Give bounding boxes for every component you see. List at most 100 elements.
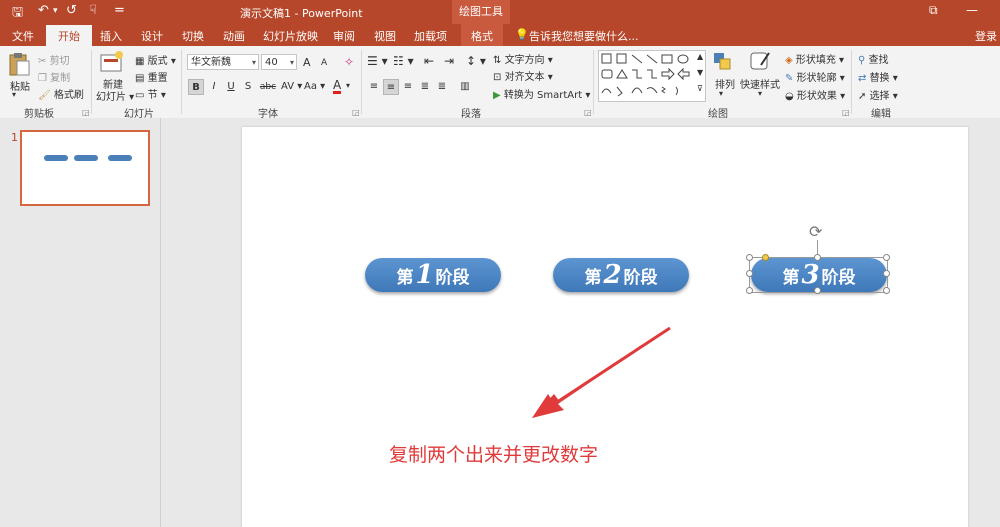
new-slide-icon[interactable]: [100, 51, 124, 73]
touch-mode-icon[interactable]: ☟: [89, 3, 97, 18]
section-button[interactable]: ▭ 节 ▾: [135, 86, 166, 101]
resize-handle-ne[interactable]: [883, 254, 890, 261]
slide-thumbnail[interactable]: [20, 130, 150, 206]
bullets-icon[interactable]: ☰ ▾: [367, 54, 388, 68]
quick-styles-dropdown-icon[interactable]: ▾: [758, 89, 762, 98]
tab-file[interactable]: 文件: [12, 28, 34, 44]
redo-icon[interactable]: ↺: [66, 3, 77, 18]
replace-button[interactable]: ⇄ 替换 ▾: [858, 69, 898, 84]
clear-formatting-icon[interactable]: ✧: [344, 55, 354, 69]
increase-indent-icon[interactable]: ⇥: [444, 54, 454, 68]
tab-format[interactable]: 格式: [461, 24, 503, 46]
gallery-more-icon[interactable]: ⊽: [697, 84, 703, 93]
gallery-scroll-up-icon[interactable]: ▲: [697, 52, 703, 61]
decrease-indent-icon[interactable]: ⇤: [424, 54, 434, 68]
ribbon-display-options-icon[interactable]: ⧉: [929, 3, 938, 18]
select-button[interactable]: ➚ 选择 ▾: [858, 87, 898, 102]
shadow-button[interactable]: S: [240, 79, 256, 95]
tab-design[interactable]: 设计: [141, 28, 163, 44]
section-icon: ▭: [135, 90, 148, 101]
font-color-dropdown-icon[interactable]: ▾: [346, 81, 350, 90]
arrange-button[interactable]: 排列: [715, 76, 735, 91]
paste-dropdown-icon[interactable]: ▾: [12, 90, 16, 99]
tab-addins[interactable]: 加载项: [414, 28, 447, 44]
resize-handle-s[interactable]: [814, 287, 821, 294]
resize-handle-sw[interactable]: [746, 287, 753, 294]
arrange-icon[interactable]: [712, 51, 732, 74]
paint-bucket-icon: ◈: [785, 55, 796, 66]
resize-handle-w[interactable]: [746, 270, 753, 277]
text-direction-button[interactable]: ⇅ 文字方向 ▾: [493, 51, 553, 66]
format-painter-button[interactable]: 🖌 格式刷: [38, 86, 84, 101]
tab-animations[interactable]: 动画: [223, 28, 245, 44]
customize-toolbar-icon[interactable]: =: [114, 3, 125, 18]
italic-button[interactable]: I: [206, 79, 222, 95]
tab-view[interactable]: 视图: [374, 28, 396, 44]
gallery-scroll-down-icon[interactable]: ▼: [697, 68, 703, 77]
undo-dropdown-icon[interactable]: ▾: [53, 6, 58, 16]
resize-handle-nw[interactable]: [746, 254, 753, 261]
char-spacing-button[interactable]: AV ▾: [281, 81, 302, 92]
copy-button[interactable]: ❐ 复制: [38, 69, 70, 84]
underline-button[interactable]: U: [223, 79, 239, 95]
resize-handle-n[interactable]: [814, 254, 821, 261]
shape-outline-button[interactable]: ✎ 形状轮廓 ▾: [785, 69, 845, 84]
resize-handle-se[interactable]: [883, 287, 890, 294]
columns-icon[interactable]: ▥: [457, 79, 473, 95]
smartart-icon: ▶: [493, 90, 504, 101]
sign-in-link[interactable]: 登录: [975, 28, 997, 44]
new-slide-label-2[interactable]: 幻灯片 ▾: [96, 88, 134, 103]
tell-me-input[interactable]: 告诉我您想要做什么...: [529, 28, 639, 44]
reset-button[interactable]: ▤ 重置: [135, 69, 168, 84]
strikethrough-button[interactable]: abc: [257, 79, 279, 95]
tab-insert[interactable]: 插入: [100, 28, 122, 44]
justify-icon[interactable]: ≣: [417, 79, 433, 95]
minimize-button[interactable]: —: [966, 3, 978, 17]
paragraph-launcher-icon[interactable]: ◲: [584, 108, 592, 117]
numbering-icon[interactable]: ☷ ▾: [393, 54, 414, 68]
title-bar: 🖫 ↶ ▾ ↺ ☟ = 演示文稿1 - PowerPoint 绘图工具 ⧉ —: [0, 0, 1000, 24]
font-launcher-icon[interactable]: ◲: [352, 108, 360, 117]
find-button[interactable]: ⚲ 查找: [858, 51, 889, 66]
cut-button[interactable]: ✂ 剪切: [38, 52, 70, 67]
font-color-button[interactable]: A: [333, 79, 342, 94]
shrink-font-button[interactable]: A: [321, 58, 327, 68]
distributed-icon[interactable]: ≣: [434, 79, 450, 95]
stage-shape-1[interactable]: 第1 阶段: [365, 258, 501, 292]
grow-font-button[interactable]: A: [303, 56, 311, 69]
change-case-button[interactable]: Aa ▾: [304, 81, 325, 92]
font-size-combo[interactable]: 40 ▾: [261, 54, 297, 70]
stage-suffix: 阶段: [435, 268, 470, 288]
adjust-handle[interactable]: [762, 254, 769, 261]
drawing-launcher-icon[interactable]: ◲: [842, 108, 850, 117]
tab-transitions[interactable]: 切换: [182, 28, 204, 44]
save-icon[interactable]: 🖫: [12, 3, 23, 25]
red-arrow-icon: [532, 326, 671, 418]
shape-effects-button[interactable]: ◒ 形状效果 ▾: [785, 87, 845, 102]
bold-button[interactable]: B: [188, 79, 204, 95]
align-right-icon[interactable]: ≡: [400, 79, 416, 95]
paste-button[interactable]: [8, 52, 30, 76]
tab-slideshow[interactable]: 幻灯片放映: [263, 28, 318, 44]
align-center-icon[interactable]: ≡: [383, 79, 399, 95]
thumb-stage-1: [44, 155, 68, 161]
undo-icon[interactable]: ↶: [38, 3, 49, 18]
smartart-button[interactable]: ▶ 转换为 SmartArt ▾: [493, 86, 590, 101]
font-name-combo[interactable]: 华文新魏 ▾: [187, 54, 259, 70]
shapes-gallery[interactable]: [598, 50, 706, 102]
arrange-dropdown-icon[interactable]: ▾: [719, 89, 723, 98]
quick-styles-icon[interactable]: [750, 50, 772, 75]
align-left-icon[interactable]: ≡: [366, 79, 382, 95]
align-text-button[interactable]: ⊡ 对齐文本 ▾: [493, 68, 553, 83]
shape-fill-button[interactable]: ◈ 形状填充 ▾: [785, 51, 844, 66]
line-spacing-icon[interactable]: ↕ ▾: [466, 54, 486, 68]
layout-button[interactable]: ▦ 版式 ▾: [135, 52, 176, 67]
clipboard-launcher-icon[interactable]: ◲: [82, 108, 90, 117]
stage-number: 2: [603, 260, 622, 290]
stage-shape-2[interactable]: 第2 阶段: [553, 258, 689, 292]
tab-review[interactable]: 审阅: [333, 28, 355, 44]
resize-handle-e[interactable]: [883, 270, 890, 277]
layout-icon: ▦: [135, 56, 148, 67]
tab-home[interactable]: 开始: [46, 25, 92, 46]
rotate-handle-icon[interactable]: ⟳: [809, 222, 822, 241]
